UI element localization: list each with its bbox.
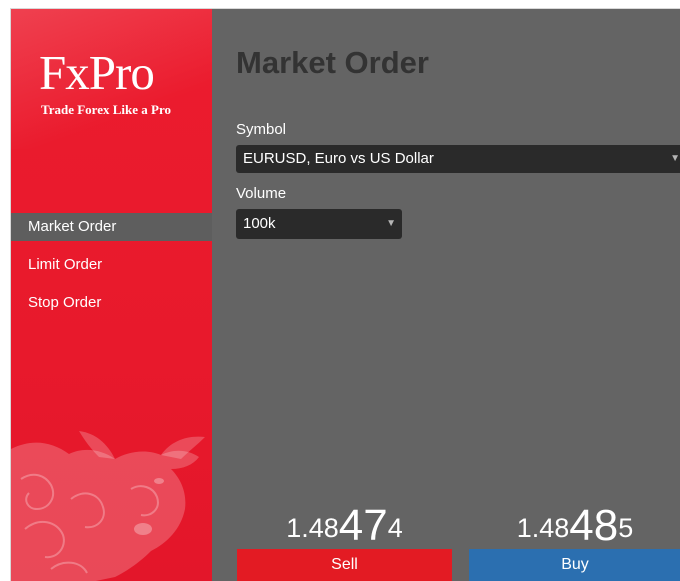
chevron-down-icon: ▼ xyxy=(670,153,680,164)
sell-button[interactable]: Sell xyxy=(237,549,452,581)
nav-item-stop-order[interactable]: Stop Order xyxy=(11,289,212,317)
nav-item-label: Market Order xyxy=(28,218,117,235)
buy-price-big-figure: 48 xyxy=(569,501,619,550)
symbol-label: Symbol xyxy=(236,121,287,138)
page-title: Market Order xyxy=(236,45,429,80)
volume-select[interactable]: 100k ▼ xyxy=(236,209,402,239)
fxpro-logo: FxPro xyxy=(39,45,155,100)
sell-price: 1.48474 xyxy=(237,503,452,553)
buy-button[interactable]: Buy xyxy=(469,549,680,581)
order-type-nav: Market Order Limit Order Stop Order xyxy=(11,213,212,327)
order-panel: Market Order Symbol EURUSD, Euro vs US D… xyxy=(212,9,680,581)
nav-item-limit-order[interactable]: Limit Order xyxy=(11,251,212,279)
buy-price-pip: 5 xyxy=(618,513,634,543)
sell-price-pip: 4 xyxy=(387,513,403,543)
app-window: FxPro Trade Forex Like a Pro Market Orde… xyxy=(10,8,680,581)
volume-label: Volume xyxy=(236,185,287,202)
chevron-down-icon: ▼ xyxy=(386,218,396,229)
nav-item-market-order[interactable]: Market Order xyxy=(11,213,212,241)
nav-item-label: Limit Order xyxy=(28,256,103,273)
buy-price: 1.48485 xyxy=(469,503,680,553)
nav-item-label: Stop Order xyxy=(28,294,102,311)
volume-value: 100k xyxy=(243,215,276,232)
symbol-value: EURUSD, Euro vs US Dollar xyxy=(243,150,434,167)
bull-icon xyxy=(11,431,205,581)
symbol-select[interactable]: EURUSD, Euro vs US Dollar ▼ xyxy=(236,145,680,173)
sell-price-prefix: 1.48 xyxy=(286,513,339,543)
sell-price-big-figure: 47 xyxy=(338,501,388,550)
buy-price-prefix: 1.48 xyxy=(516,513,570,543)
sidebar: FxPro Trade Forex Like a Pro Market Orde… xyxy=(11,9,212,581)
brand-tagline: Trade Forex Like a Pro xyxy=(41,102,171,117)
